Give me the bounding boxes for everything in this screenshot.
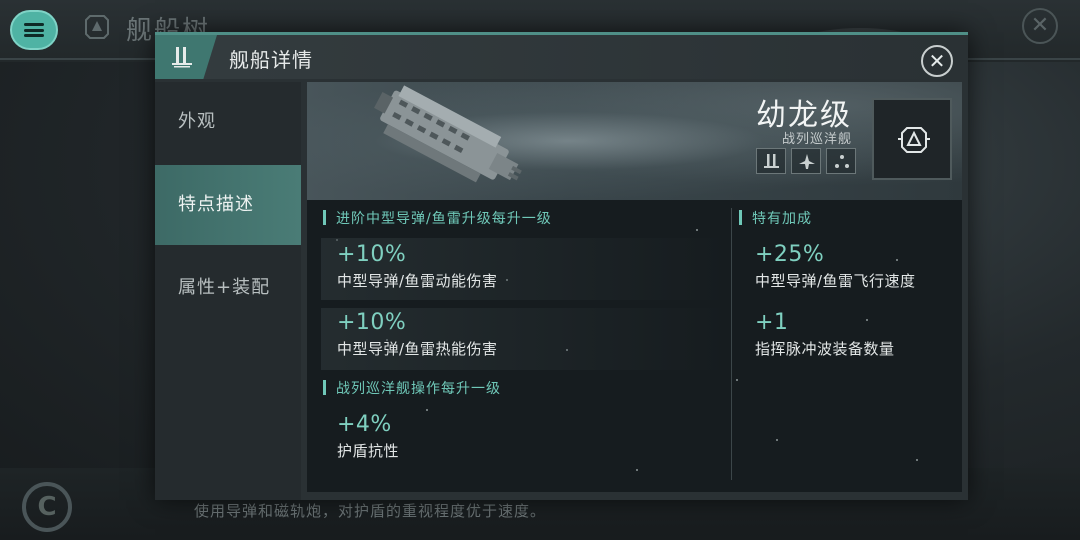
tab-appearance[interactable]: 外观 [155,82,301,162]
ship-detail-icon [172,47,192,68]
ship-banner: 幼龙级 战列巡洋舰 [307,82,962,200]
bonus-description: 中型导弹/鱼雷飞行速度 [755,272,916,290]
faction-emblem-icon: C [22,482,72,532]
bonus-value: +10% [337,242,407,267]
ship-description: 使用导弹和磁轨炮，对护盾的重视程度优于速度。 [194,502,547,520]
features-panel: 幼龙级 战列巡洋舰 进阶中型导弹/鱼雷升级每升一级 +10% 中型导弹/鱼雷动能… [307,82,962,492]
ship-detail-modal: 舰船详情 ✕ 外观 特点描述 属性+装配 幼龙级 战列巡洋舰 进阶中型导弹/鱼雷… [155,32,968,500]
ship-class: 战列巡洋舰 [781,132,852,147]
bonus-description: 中型导弹/鱼雷动能伤害 [337,272,498,290]
bonus-description: 护盾抗性 [337,442,400,460]
hamburger-icon [24,23,44,37]
modal-title: 舰船详情 [229,48,313,72]
tab-features[interactable]: 特点描述 [155,165,301,245]
column-divider [731,208,732,480]
close-icon[interactable]: ✕ [921,45,953,77]
ship-image [374,85,522,183]
battlecruiser-icon [756,148,786,174]
detail-sidebar: 外观 特点描述 属性+装配 [155,82,301,500]
bonus-value: +25% [755,242,825,267]
ship-tree-icon [80,10,114,44]
bonus-value: +1 [755,310,789,335]
bonus-value: +10% [337,310,407,335]
section-battlecruiser-operation-title: 战列巡洋舰操作每升一级 [323,378,501,398]
tab-attributes-fitting[interactable]: 属性+装配 [155,248,301,328]
section-missile-upgrade-title: 进阶中型导弹/鱼雷升级每升一级 [323,208,552,228]
ship-class-badge-icon[interactable] [872,98,952,180]
bonus-value: +4% [337,412,392,437]
formation-icon [826,148,856,174]
menu-button[interactable] [10,10,58,50]
modal-header: 舰船详情 ✕ [155,35,968,79]
page-close-icon[interactable]: ✕ [1022,8,1058,44]
section-unique-bonus-title: 特有加成 [739,208,812,228]
bonus-description: 指挥脉冲波装备数量 [755,340,895,358]
fighter-icon [791,148,821,174]
bonus-description: 中型导弹/鱼雷热能伤害 [337,340,498,358]
